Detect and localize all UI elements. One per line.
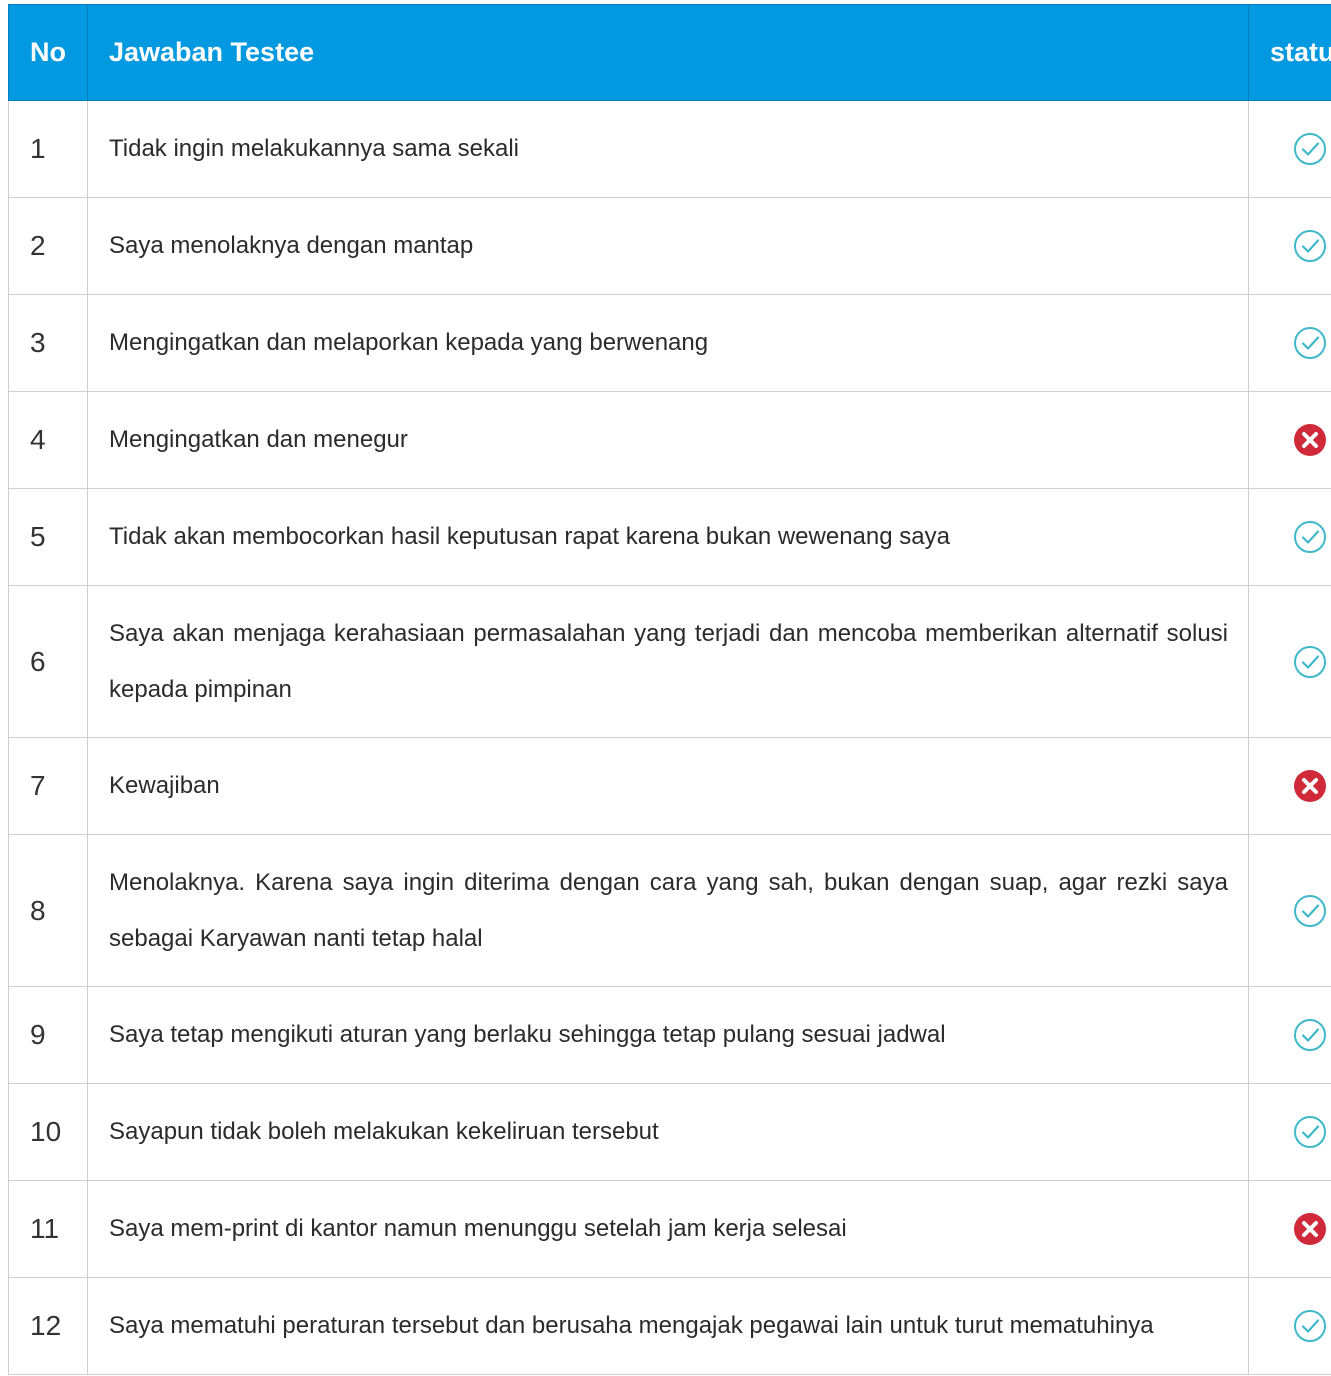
table-row: 1 Tidak ingin melakukannya sama sekali xyxy=(8,100,1331,198)
status-cell xyxy=(1248,986,1331,1084)
answer-text: Kewajiban xyxy=(87,737,1249,835)
status-cell xyxy=(1248,294,1331,392)
table-row: 11 Saya mem-print di kantor namun menungg… xyxy=(8,1180,1331,1278)
row-number: 12 xyxy=(8,1277,88,1375)
check-circle-icon xyxy=(1294,1310,1326,1342)
check-circle-icon xyxy=(1294,521,1326,553)
status-cell xyxy=(1248,488,1331,586)
answer-text: Tidak ingin melakukannya sama sekali xyxy=(87,100,1249,198)
x-circle-icon xyxy=(1294,424,1326,456)
table-row: 12 Saya mematuhi peraturan tersebut dan b… xyxy=(8,1277,1331,1375)
answer-text: Mengingatkan dan menegur xyxy=(87,391,1249,489)
table-row: 8 Menolaknya. Karena saya ingin diterima … xyxy=(8,834,1331,987)
answer-text: Saya akan menjaga kerahasiaan permasalah… xyxy=(87,585,1249,738)
row-number: 3 xyxy=(8,294,88,392)
column-header-answer: Jawaban Testee xyxy=(87,4,1249,101)
check-circle-icon xyxy=(1294,133,1326,165)
row-number: 7 xyxy=(8,737,88,835)
status-cell xyxy=(1248,100,1331,198)
row-number: 11 xyxy=(8,1180,88,1278)
answer-text: Tidak akan membocorkan hasil keputusan r… xyxy=(87,488,1249,586)
row-number: 10 xyxy=(8,1083,88,1181)
table-row: 3 Mengingatkan dan melaporkan kepada yang… xyxy=(8,294,1331,392)
table-header-row: No Jawaban Testee status xyxy=(8,4,1331,101)
table-row: 2 Saya menolaknya dengan mantap xyxy=(8,197,1331,295)
row-number: 5 xyxy=(8,488,88,586)
row-number: 1 xyxy=(8,100,88,198)
status-cell xyxy=(1248,197,1331,295)
table-row: 6 Saya akan menjaga kerahasiaan permasala… xyxy=(8,585,1331,738)
check-circle-icon xyxy=(1294,327,1326,359)
column-header-no: No xyxy=(8,4,88,101)
row-number: 6 xyxy=(8,585,88,738)
answer-text: Menolaknya. Karena saya ingin diterima d… xyxy=(87,834,1249,987)
row-number: 4 xyxy=(8,391,88,489)
column-header-status: status xyxy=(1248,4,1331,101)
check-circle-icon xyxy=(1294,230,1326,262)
check-circle-icon xyxy=(1294,1019,1326,1051)
table-row: 10 Sayapun tidak boleh melakukan kekeliru… xyxy=(8,1083,1331,1181)
status-cell xyxy=(1248,391,1331,489)
table-row: 5 Tidak akan membocorkan hasil keputusan … xyxy=(8,488,1331,586)
check-circle-icon xyxy=(1294,894,1326,927)
answer-text: Mengingatkan dan melaporkan kepada yang … xyxy=(87,294,1249,392)
row-number: 8 xyxy=(8,834,88,987)
table-row: 9 Saya tetap mengikuti aturan yang berlak… xyxy=(8,986,1331,1084)
check-circle-icon xyxy=(1294,645,1326,678)
x-circle-icon xyxy=(1294,770,1326,802)
x-circle-icon xyxy=(1294,1213,1326,1245)
answers-table: No Jawaban Testee status 1Tidak ingin me… xyxy=(8,4,1331,1375)
answers-viewport: No Jawaban Testee status 1Tidak ingin me… xyxy=(0,0,1331,1376)
status-cell xyxy=(1248,737,1331,835)
status-cell xyxy=(1248,1277,1331,1375)
table-row: 7 Kewajiban xyxy=(8,737,1331,835)
answer-text: Saya mematuhi peraturan tersebut dan ber… xyxy=(87,1277,1249,1375)
row-number: 9 xyxy=(8,986,88,1084)
status-cell xyxy=(1248,585,1331,738)
answer-text: Sayapun tidak boleh melakukan kekeliruan… xyxy=(87,1083,1249,1181)
status-cell xyxy=(1248,1180,1331,1278)
answer-text: Saya tetap mengikuti aturan yang berlaku… xyxy=(87,986,1249,1084)
table-row: 4 Mengingatkan dan menegur xyxy=(8,391,1331,489)
answer-text: Saya mem-print di kantor namun menunggu … xyxy=(87,1180,1249,1278)
row-number: 2 xyxy=(8,197,88,295)
answer-text: Saya menolaknya dengan mantap xyxy=(87,197,1249,295)
status-cell xyxy=(1248,1083,1331,1181)
check-circle-icon xyxy=(1294,1116,1326,1148)
status-cell xyxy=(1248,834,1331,987)
